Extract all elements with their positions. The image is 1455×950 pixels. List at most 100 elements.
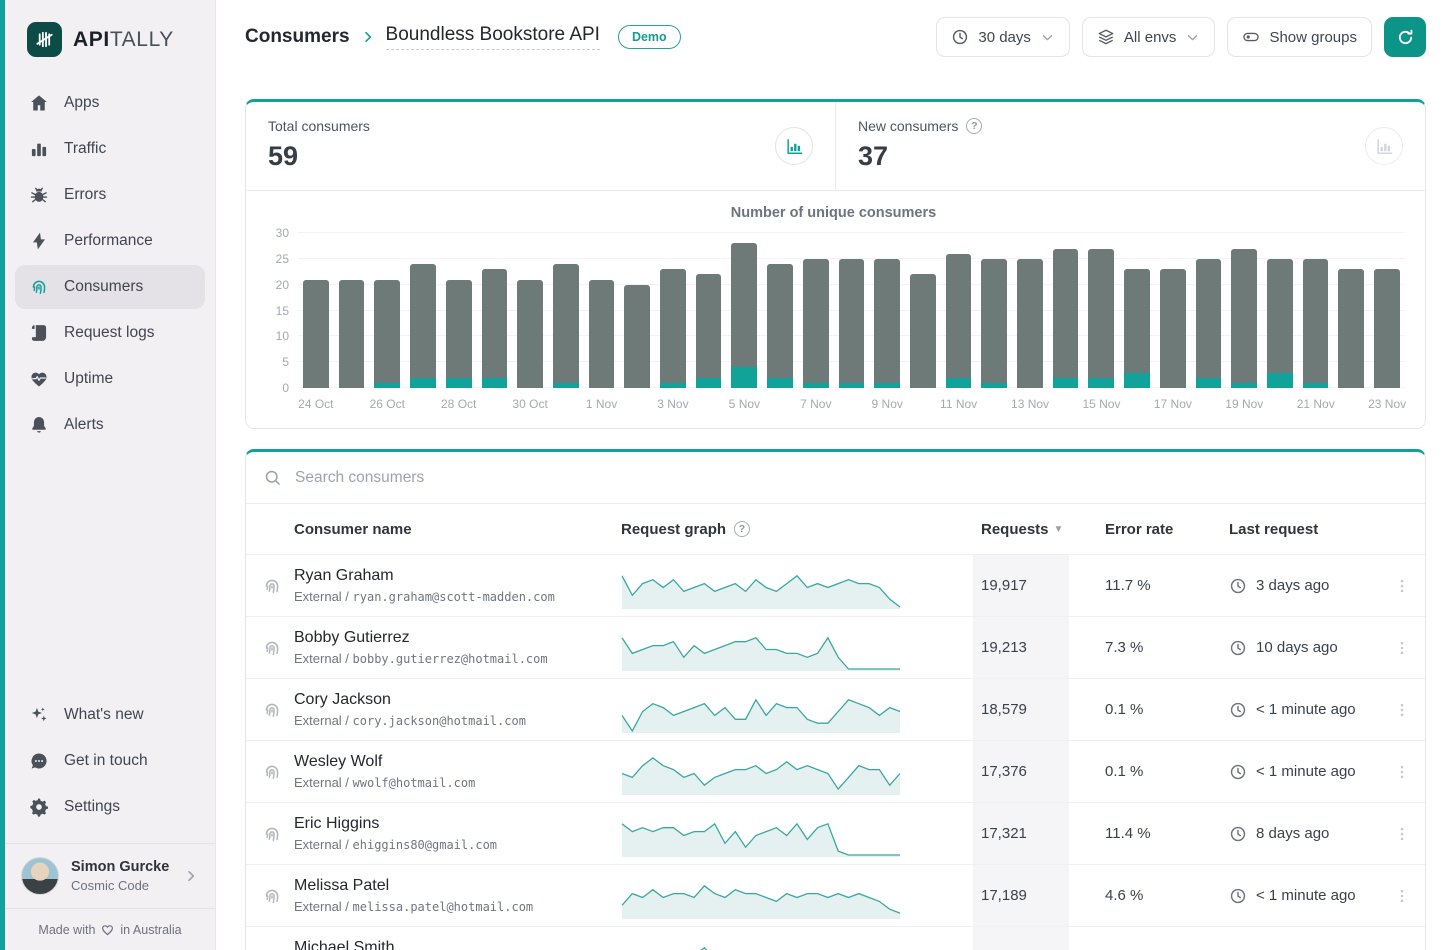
fingerprint-icon bbox=[262, 824, 282, 844]
header-controls: 30 days All envs Show groups bbox=[936, 17, 1426, 57]
request-sparkline bbox=[621, 810, 973, 858]
request-sparkline bbox=[621, 624, 973, 672]
refresh-button[interactable] bbox=[1384, 17, 1426, 57]
chart-bar bbox=[1083, 248, 1119, 388]
chart-toggle-button[interactable] bbox=[1365, 127, 1403, 165]
demo-badge: Demo bbox=[617, 25, 681, 49]
x-axis-label: 15 Nov bbox=[1082, 397, 1121, 411]
last-request-value: < 1 minute ago bbox=[1229, 763, 1379, 781]
main-content: Consumers Boundless Bookstore API Demo 3… bbox=[216, 0, 1455, 950]
chart-plot bbox=[298, 232, 1405, 388]
user-name: Simon Gurcke bbox=[71, 859, 170, 875]
consumer-row-michael-smith[interactable]: Michael Smith External / michael.smith@h… bbox=[246, 926, 1425, 950]
sidebar-item-label: Request logs bbox=[64, 324, 155, 341]
home-icon bbox=[29, 93, 49, 113]
consumer-row-cory-jackson[interactable]: Cory Jackson External / cory.jackson@hot… bbox=[246, 678, 1425, 740]
user-org: Cosmic Code bbox=[71, 878, 150, 893]
consumer-row-wesley-wolf[interactable]: Wesley Wolf External / wwolf@hotmail.com… bbox=[246, 740, 1425, 802]
consumers-overview-card: Total consumers 59 New consumers ? 37 Nu… bbox=[245, 99, 1426, 429]
chart-toggle-button[interactable] bbox=[775, 127, 813, 165]
chart-bar bbox=[1048, 248, 1084, 388]
row-menu-button[interactable] bbox=[1379, 639, 1425, 657]
chart-bar bbox=[1119, 269, 1155, 388]
sidebar-item-uptime[interactable]: Uptime bbox=[15, 357, 205, 401]
sidebar-footer-note: Made with in Australia bbox=[5, 908, 215, 950]
sidebar-item-traffic[interactable]: Traffic bbox=[15, 127, 205, 171]
requests-value: 19,213 bbox=[973, 617, 1069, 678]
column-header-error-rate[interactable]: Error rate bbox=[1069, 521, 1229, 538]
breadcrumb-section: Consumers bbox=[245, 26, 350, 47]
sidebar-item-errors[interactable]: Errors bbox=[15, 173, 205, 217]
row-menu-button[interactable] bbox=[1379, 825, 1425, 843]
app-root: APITALLY Apps Traffic Errors Performance Con… bbox=[0, 0, 1455, 950]
chart-bar bbox=[1298, 258, 1334, 388]
request-sparkline bbox=[621, 562, 973, 610]
x-axis-label: 9 Nov bbox=[871, 397, 903, 411]
column-header-consumer-name[interactable]: Consumer name bbox=[294, 521, 621, 538]
layers-icon bbox=[1097, 28, 1115, 46]
request-sparkline bbox=[621, 934, 973, 950]
chart-bar bbox=[691, 274, 727, 388]
row-menu-button[interactable] bbox=[1379, 763, 1425, 781]
chart-bar bbox=[762, 264, 798, 388]
period-select[interactable]: 30 days bbox=[936, 17, 1070, 57]
error-rate-value: 0.1 % bbox=[1105, 763, 1144, 780]
chart-bar bbox=[1012, 258, 1048, 388]
scroll-icon bbox=[29, 323, 49, 343]
error-rate-value: 4.6 % bbox=[1105, 887, 1144, 904]
chart-bar bbox=[548, 264, 584, 388]
consumer-type-email: External / melissa.patel@hotmail.com bbox=[294, 899, 534, 914]
bug-icon bbox=[29, 185, 49, 205]
help-icon[interactable]: ? bbox=[966, 118, 983, 134]
gear-icon bbox=[29, 797, 49, 817]
env-select[interactable]: All envs bbox=[1081, 17, 1216, 57]
help-icon[interactable]: ? bbox=[734, 521, 751, 537]
stat-total-consumers: Total consumers 59 bbox=[246, 102, 835, 190]
clock-icon bbox=[1229, 887, 1247, 905]
sidebar-item-get-in-touch[interactable]: Get in touch bbox=[15, 739, 205, 783]
error-rate-value: 0.1 % bbox=[1105, 701, 1144, 718]
stat-label: Total consumers bbox=[268, 118, 370, 134]
show-groups-button[interactable]: Show groups bbox=[1227, 17, 1372, 57]
column-header-last-request[interactable]: Last request bbox=[1229, 521, 1379, 538]
sidebar-item-performance[interactable]: Performance bbox=[15, 219, 205, 263]
row-menu-button[interactable] bbox=[1379, 701, 1425, 719]
app-selector[interactable]: Boundless Bookstore API bbox=[385, 24, 600, 50]
clock-icon bbox=[1229, 577, 1247, 595]
app-logo[interactable]: APITALLY bbox=[5, 0, 215, 81]
stat-new-consumers: New consumers ? 37 bbox=[836, 102, 1425, 190]
search-input[interactable] bbox=[295, 468, 1408, 487]
mini-bar-chart-icon bbox=[1375, 137, 1394, 156]
consumer-row-melissa-patel[interactable]: Melissa Patel External / melissa.patel@h… bbox=[246, 864, 1425, 926]
y-axis-label: 5 bbox=[282, 355, 289, 370]
row-menu-button[interactable] bbox=[1379, 887, 1425, 905]
sidebar-item-request-logs[interactable]: Request logs bbox=[15, 311, 205, 355]
y-axis-label: 30 bbox=[275, 226, 289, 240]
consumer-row-eric-higgins[interactable]: Eric Higgins External / ehiggins80@gmail… bbox=[246, 802, 1425, 864]
x-axis-label: 26 Oct bbox=[369, 397, 405, 411]
consumer-row-bobby-gutierrez[interactable]: Bobby Gutierrez External / bobby.gutierr… bbox=[246, 616, 1425, 678]
sidebar-item-settings[interactable]: Settings bbox=[15, 785, 205, 829]
requests-value: 17,376 bbox=[973, 741, 1069, 802]
x-axis: 24 Oct 26 Oct 28 Oct 30 Oct 1 Nov 3 Nov 5 Nov 7… bbox=[298, 388, 1406, 414]
chart-title: Number of unique consumers bbox=[730, 205, 937, 221]
consumer-name: Bobby Gutierrez bbox=[294, 629, 410, 646]
row-menu-button[interactable] bbox=[1379, 577, 1425, 595]
sidebar-item-consumers[interactable]: Consumers bbox=[15, 265, 205, 309]
search-bar bbox=[246, 452, 1425, 504]
request-sparkline bbox=[621, 686, 973, 734]
consumers-table-card: Consumer name Request graph ? Requests ▼… bbox=[245, 449, 1426, 950]
consumer-row-ryan-graham[interactable]: Ryan Graham External / ryan.graham@scott… bbox=[246, 554, 1425, 616]
user-card[interactable]: Simon Gurcke Cosmic Code bbox=[5, 843, 215, 908]
sidebar-item-what-s-new[interactable]: What's new bbox=[15, 693, 205, 737]
y-axis-label: 25 bbox=[275, 251, 289, 266]
last-request-value: 10 days ago bbox=[1229, 639, 1379, 657]
column-header-requests[interactable]: Requests ▼ bbox=[973, 521, 1069, 538]
sidebar-item-apps[interactable]: Apps bbox=[15, 81, 205, 125]
column-header-request-graph[interactable]: Request graph ? bbox=[621, 521, 973, 538]
y-axis-label: 15 bbox=[275, 303, 289, 318]
clock-icon bbox=[1229, 639, 1247, 657]
last-request-value: 8 days ago bbox=[1229, 825, 1379, 843]
sidebar-item-alerts[interactable]: Alerts bbox=[15, 403, 205, 447]
table-body: Ryan Graham External / ryan.graham@scott… bbox=[246, 554, 1425, 950]
